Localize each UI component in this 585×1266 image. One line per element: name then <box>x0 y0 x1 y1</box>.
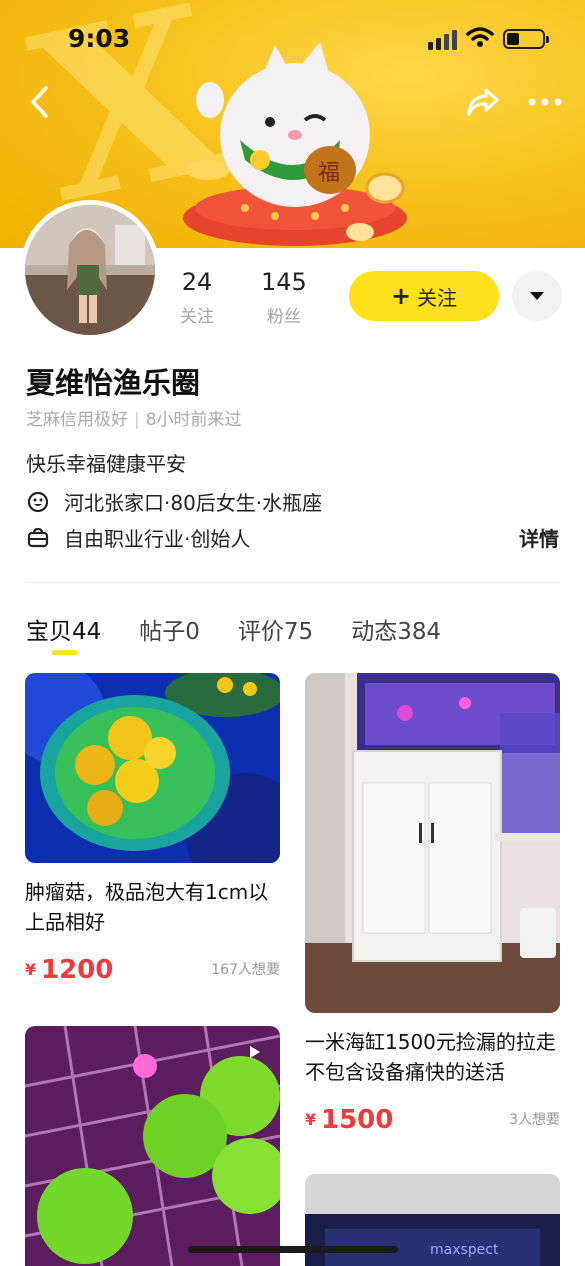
want-count: 3人想要 <box>509 1112 560 1128</box>
profession-row: 自由职业行业·创始人 <box>26 523 250 552</box>
product-card[interactable]: 一米海缸1500元捡漏的拉走不包含设备痛快的送活 ¥ 1500 3人想要 <box>305 673 560 1135</box>
product-price: 1200 <box>41 955 114 985</box>
back-button[interactable] <box>20 82 60 122</box>
stat-followers-label: 粉丝 <box>266 307 301 327</box>
svg-text:maxspect: maxspect <box>430 1242 499 1258</box>
stat-following[interactable]: 24 关注 <box>180 268 214 327</box>
price-row: ¥ 1200 167人想要 <box>25 949 280 985</box>
last-seen: 8小时前来过 <box>145 410 242 430</box>
profile-bio: 快乐幸福健康平安 <box>26 452 186 476</box>
share-icon <box>467 88 499 116</box>
product-image <box>25 673 280 863</box>
tab-items[interactable]: 宝贝44 <box>26 612 101 646</box>
chevron-left-icon <box>31 86 48 118</box>
smile-face-icon <box>26 490 50 514</box>
avatar[interactable] <box>20 200 160 340</box>
product-title: 一米海缸1500元捡漏的拉走不包含设备痛快的送活 <box>305 1030 556 1084</box>
stat-followers[interactable]: 145 粉丝 <box>261 268 307 327</box>
wifi-icon <box>466 27 494 47</box>
tab-posts-count: 0 <box>185 619 200 645</box>
currency-symbol: ¥ <box>25 960 37 979</box>
tab-reviews[interactable]: 评价75 <box>238 612 313 646</box>
stat-following-label: 关注 <box>180 307 214 327</box>
want-count: 167人想要 <box>211 962 280 978</box>
expand-button[interactable] <box>512 271 562 321</box>
more-dots-icon <box>528 98 562 106</box>
follow-button-label: 关注 <box>417 285 458 310</box>
tab-activity-label: 动态 <box>351 619 398 645</box>
profile-name: 夏维怡渔乐圈 <box>26 366 201 400</box>
active-tab-indicator <box>52 650 78 655</box>
home-indicator[interactable] <box>188 1246 398 1253</box>
location-text: 河北张家口·80后女生·水瓶座 <box>64 491 323 515</box>
status-bar: 9:03 <box>0 18 585 62</box>
location-row: 河北张家口·80后女生·水瓶座 <box>26 487 322 516</box>
meta-separator: | <box>134 410 140 430</box>
chevron-down-icon <box>530 292 544 300</box>
tab-reviews-count: 75 <box>283 619 314 645</box>
share-button[interactable] <box>463 82 503 122</box>
signal-icon <box>428 30 457 50</box>
profile-meta: 芝麻信用极好 | 8小时前来过 <box>26 405 242 430</box>
product-card[interactable]: 肿瘤菇，极品泡大有1cm以上品相好 ¥ 1200 167人想要 <box>25 673 280 985</box>
status-time: 9:03 <box>68 24 131 53</box>
battery-icon <box>503 29 549 49</box>
more-button[interactable] <box>525 82 565 122</box>
follow-button[interactable]: + 关注 <box>349 271 499 321</box>
tab-activity-count: 384 <box>397 619 442 645</box>
svg-text:福: 福 <box>318 161 340 186</box>
tab-items-count: 44 <box>72 619 102 645</box>
tab-activity[interactable]: 动态384 <box>351 612 441 646</box>
tab-items-label: 宝贝 <box>26 619 72 645</box>
currency-symbol: ¥ <box>305 1110 317 1129</box>
profile-tabs: 宝贝44 帖子0 评价75 动态384 <box>26 612 479 646</box>
mascot-illustration: 福 <box>183 42 407 246</box>
tab-reviews-label: 评价 <box>237 619 284 645</box>
tab-posts[interactable]: 帖子0 <box>139 612 200 646</box>
product-card[interactable] <box>25 1026 280 1266</box>
product-title: 肿瘤菇，极品泡大有1cm以上品相好 <box>25 880 269 934</box>
briefcase-icon <box>26 526 50 550</box>
credit-rating: 芝麻信用极好 <box>26 410 128 430</box>
plus-icon: + <box>390 282 412 310</box>
avatar-image <box>25 205 155 335</box>
product-image <box>25 1026 280 1266</box>
divider <box>26 582 559 583</box>
profession-text: 自由职业行业·创始人 <box>64 527 251 551</box>
product-image <box>305 673 560 1013</box>
price-row: ¥ 1500 3人想要 <box>305 1099 560 1135</box>
stat-following-value: 24 <box>181 268 213 296</box>
tab-posts-label: 帖子 <box>139 619 186 645</box>
stat-followers-value: 145 <box>261 268 307 296</box>
details-link[interactable]: 详情 <box>519 523 559 552</box>
product-price: 1500 <box>321 1105 394 1135</box>
